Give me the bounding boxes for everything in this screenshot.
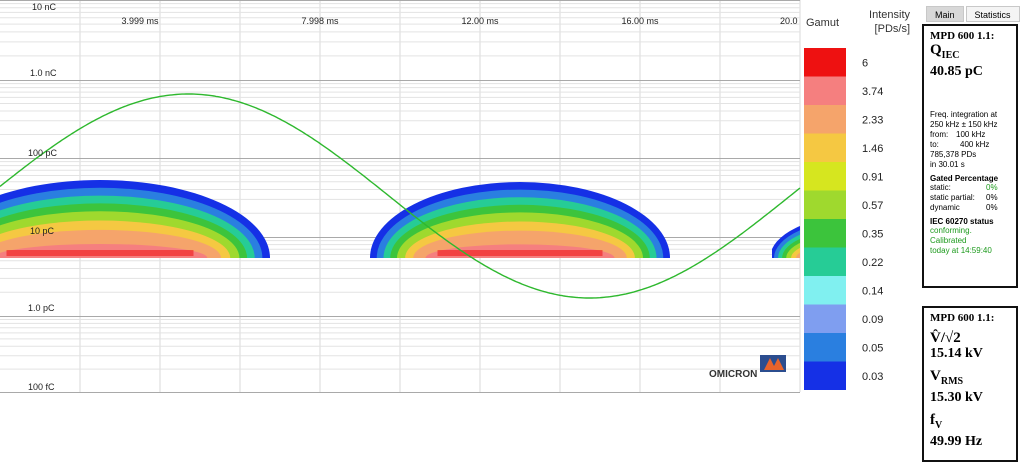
legend-swatch (804, 276, 846, 305)
frequency-value: 49.99 Hz (930, 434, 983, 449)
legend-swatch (804, 105, 846, 134)
legend-value: 0.09 (862, 314, 883, 326)
voltage-measurement-panel: MPD 600 1.1: V̂/√2 15.14 kV VRMS 15.30 k… (922, 306, 1018, 462)
to-row: to: 400 kHz (930, 140, 990, 149)
panel-title: MPD 600 1.1: (930, 30, 995, 42)
legend-value: 0.57 (862, 200, 883, 212)
iec-status-title: IEC 60270 status (930, 217, 994, 226)
legend-swatch (804, 190, 846, 219)
legend-value: 6 (862, 57, 868, 69)
legend-swatch (804, 247, 846, 276)
v-rms-value: 15.30 kV (930, 390, 983, 405)
legend-value: 0.05 (862, 342, 883, 354)
charge-measurement-panel: MPD 600 1.1: QIEC 40.85 pC Freq. integra… (922, 24, 1018, 288)
legend-swatch (804, 162, 846, 191)
from-row: from: 100 kHz (930, 130, 986, 139)
legend-value: 1.46 (862, 143, 883, 155)
legend-value: 2.33 (862, 114, 883, 126)
gated-percentage-title: Gated Percentage (930, 174, 999, 183)
iec-status-time: today at 14:59:40 (930, 246, 992, 255)
pd-count: 785,378 PDs (930, 150, 977, 159)
legend-value: 0.35 (862, 228, 883, 240)
legend-value: 0.91 (862, 171, 883, 183)
v-peak-value: 15.14 kV (930, 346, 983, 361)
legend-swatch (804, 333, 846, 362)
gated-row: dynamic 0% (930, 203, 998, 212)
v-rms-symbol: VRMS (930, 368, 964, 387)
legend-swatch (804, 361, 846, 390)
legend-value: 0.03 (862, 371, 883, 383)
legend-value: 3.74 (862, 86, 883, 98)
gamut-label: Gamut (806, 17, 839, 29)
iec-status-text: conforming. Calibrated (930, 226, 972, 245)
legend-swatch (804, 304, 846, 333)
measurement-duration: in 30.01 s (930, 160, 965, 169)
legend-swatch (804, 133, 846, 162)
intensity-unit-label: [PDs/s] (875, 23, 910, 35)
gated-row: static: 0% (930, 183, 998, 192)
freq-integration-range: 250 kHz ± 150 kHz (930, 120, 998, 129)
legend-swatch (804, 219, 846, 248)
legend-swatch (804, 48, 846, 77)
intensity-label: Intensity (869, 9, 910, 21)
view-tabs: Main Statistics (926, 6, 1022, 22)
intensity-legend: Gamut Intensity [PDs/s] 6 3.74 2.33 1.46 0.9… (804, 9, 910, 390)
qiec-symbol: QIEC (930, 42, 960, 61)
tab-main[interactable]: Main (926, 6, 964, 22)
v-peak-symbol: V̂/√2 (930, 330, 961, 346)
frequency-symbol: fV (930, 412, 943, 431)
legend-swatch (804, 76, 846, 105)
freq-integration-text: Freq. integration at (930, 110, 998, 119)
tab-statistics[interactable]: Statistics (965, 6, 1020, 22)
qiec-value: 40.85 pC (930, 64, 983, 79)
panel-title: MPD 600 1.1: (930, 312, 995, 324)
legend-value: 0.22 (862, 257, 883, 269)
gated-row: static partial: 0% (930, 193, 998, 202)
legend-value: 0.14 (862, 285, 883, 297)
